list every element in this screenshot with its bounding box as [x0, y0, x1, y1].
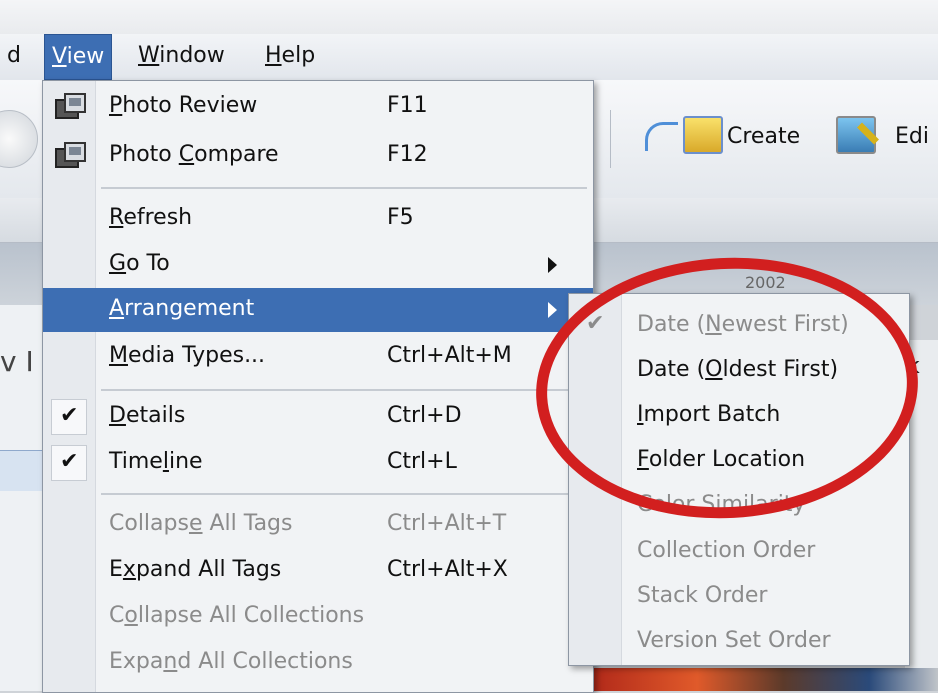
- menu-separator: [101, 389, 587, 391]
- shortcut-label: Ctrl+Alt+M: [387, 343, 512, 368]
- menu-item-go-to[interactable]: Go To: [43, 243, 593, 287]
- menu-item-details[interactable]: ✔ Details Ctrl+D: [43, 395, 593, 439]
- menu-separator: [101, 493, 587, 495]
- create-button[interactable]: Create: [727, 124, 800, 149]
- photo-thumbnails[interactable]: [594, 668, 938, 691]
- submenu-item-stack-order[interactable]: Stack Order: [569, 575, 909, 619]
- menu-edit[interactable]: d: [0, 34, 28, 78]
- menu-item-collapse-all-collections[interactable]: Collapse All Collections: [43, 595, 593, 639]
- shortcut-label: F11: [387, 93, 428, 118]
- edit-photo-icon[interactable]: [836, 116, 876, 154]
- left-pane-tag-row[interactable]: [0, 450, 42, 491]
- create-arrow-icon[interactable]: [645, 116, 723, 154]
- shortcut-label: F5: [387, 205, 414, 230]
- menu-help[interactable]: Help: [258, 34, 322, 78]
- submenu-item-collection-order[interactable]: Collection Order: [569, 530, 909, 574]
- left-pane: v I: [0, 305, 42, 691]
- shortcut-label: Ctrl+D: [387, 403, 462, 428]
- menu-item-expand-all-collections[interactable]: Expand All Collections: [43, 641, 593, 685]
- menu-item-photo-compare[interactable]: Photo Compare F12: [43, 134, 593, 178]
- submenu-item-version-set-order[interactable]: Version Set Order: [569, 620, 909, 664]
- view-menu: Photo Review F11 Photo Compare F12 Refre…: [42, 80, 594, 693]
- check-icon: ✔: [51, 399, 87, 435]
- shortcut-label: Ctrl+Alt+T: [387, 511, 507, 536]
- window-title-area: [0, 0, 938, 34]
- left-pane-title: v I: [0, 345, 34, 378]
- submenu-arrow-icon: [548, 302, 557, 318]
- shortcut-label: Ctrl+L: [387, 449, 457, 474]
- shortcut-label: F12: [387, 142, 428, 167]
- menu-window[interactable]: Window: [131, 34, 232, 78]
- menu-item-collapse-all-tags[interactable]: Collapse All Tags Ctrl+Alt+T: [43, 503, 593, 547]
- edit-button[interactable]: Edi: [895, 124, 929, 149]
- menu-separator: [101, 187, 587, 189]
- submenu-arrow-icon: [548, 257, 557, 273]
- menu-item-arrangement[interactable]: Arrangement: [43, 288, 593, 332]
- shortcut-label: Ctrl+Alt+X: [387, 557, 508, 582]
- menu-item-media-types[interactable]: Media Types... Ctrl+Alt+M: [43, 335, 593, 379]
- menu-item-expand-all-tags[interactable]: Expand All Tags Ctrl+Alt+X: [43, 549, 593, 593]
- photo-review-icon: [55, 91, 86, 119]
- photo-compare-icon: [55, 140, 86, 168]
- check-icon: ✔: [51, 445, 87, 481]
- menu-item-refresh[interactable]: Refresh F5: [43, 197, 593, 241]
- menu-item-photo-review[interactable]: Photo Review F11: [43, 85, 593, 129]
- menu-view[interactable]: View: [44, 34, 113, 80]
- menu-bar: d View Window Help: [0, 34, 938, 81]
- toolbar-divider: [610, 110, 611, 168]
- menu-item-timeline[interactable]: ✔ Timeline Ctrl+L: [43, 441, 593, 485]
